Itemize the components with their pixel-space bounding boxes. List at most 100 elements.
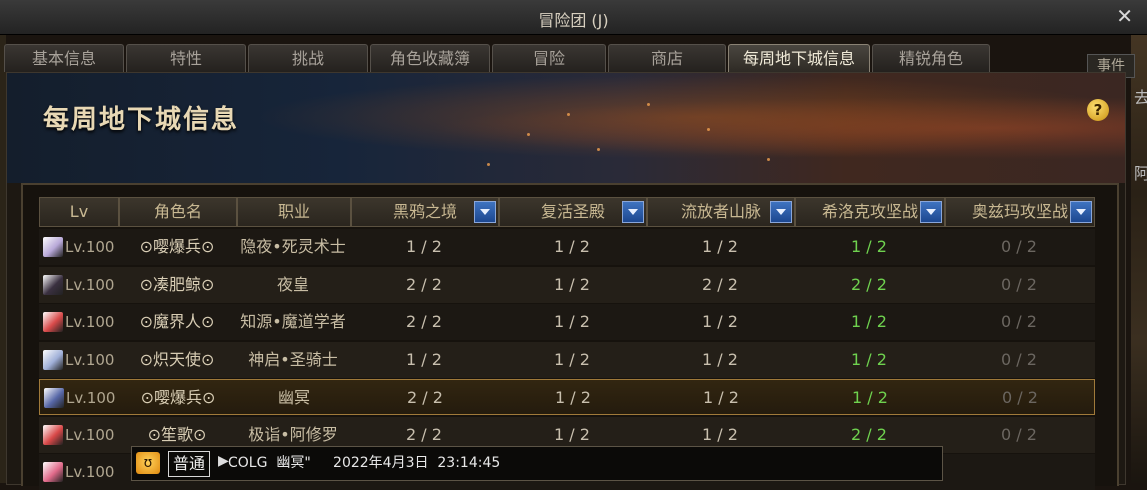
side-tab-a[interactable]: 阿	[1134, 160, 1147, 186]
header-dungeon-2: 复活圣殿	[499, 197, 647, 227]
header-dungeon-2-label: 复活圣殿	[540, 202, 605, 221]
dungeon-count-v1: 2 / 2	[406, 312, 442, 331]
dungeon-count-v2: 1 / 2	[554, 349, 590, 369]
header-dungeon-5-label: 奥兹玛攻坚战	[971, 202, 1068, 221]
sparkle	[647, 103, 650, 106]
close-icon[interactable]: ✕	[1116, 4, 1133, 28]
avatar	[43, 424, 63, 445]
dungeon-count-v4: 2 / 2	[851, 274, 887, 294]
dungeon-table: Lv 角色名 职业 黑鸦之境 复活圣殿 流放者山脉 希洛克攻坚战 奥兹玛攻坚战	[21, 183, 1119, 490]
dungeon-count-v5: 0 / 2	[1001, 312, 1037, 331]
dungeon-count-v4: 1 / 2	[851, 349, 887, 369]
tab-basic-info[interactable]: 基本信息	[4, 44, 124, 72]
sparkle	[707, 128, 710, 131]
chevron-down-icon[interactable]	[770, 201, 792, 223]
banner: 每周地下城信息 ?	[7, 73, 1125, 183]
character-name: ⊙嘤爆兵⊙	[140, 388, 216, 407]
header-lv: Lv	[39, 197, 119, 227]
dungeon-count-v1: 2 / 2	[406, 274, 442, 294]
chat-message: COLG 幽冥" 2022年4月3日 23:14:45	[228, 455, 501, 471]
dungeon-count-v1: 2 / 2	[407, 388, 443, 407]
dungeon-count-v3: 1 / 2	[703, 388, 739, 407]
dungeon-count-v4: 1 / 2	[852, 388, 888, 407]
chevron-down-icon[interactable]	[474, 201, 496, 223]
table-row[interactable]: Lv.100 ⊙凑肥鲸⊙ 夜皇 2 / 2 1 / 2 2 / 2 2 / 2 0 / 2	[39, 266, 1095, 303]
title-bar: 冒险团 (J) ✕	[0, 0, 1147, 35]
dungeon-count-v2: 1 / 2	[554, 237, 590, 256]
level-label: Lv.100	[65, 425, 115, 444]
header-name: 角色名	[119, 197, 237, 227]
chevron-down-icon[interactable]	[1070, 201, 1092, 223]
header-job: 职业	[237, 197, 351, 227]
chat-bar[interactable]: ʊ 普通 ▶ COLG 幽冥" 2022年4月3日 23:14:45	[131, 446, 943, 481]
tab-elite-characters[interactable]: 精锐角色	[872, 44, 990, 72]
window-title: 冒险团 (J)	[538, 11, 609, 30]
tab-traits[interactable]: 特性	[126, 44, 246, 72]
chevron-down-icon[interactable]	[920, 201, 942, 223]
character-name: ⊙凑肥鲸⊙	[139, 274, 215, 294]
dungeon-count-v3: 1 / 2	[702, 349, 738, 369]
dungeon-count-v1: 1 / 2	[406, 349, 442, 369]
table-row[interactable]: Lv.100 ⊙炽天使⊙ 神启•圣骑士 1 / 2 1 / 2 1 / 2 1 / 2 0 /…	[39, 341, 1095, 378]
avatar	[43, 274, 63, 295]
table-row[interactable]: Lv.100 ⊙魔界人⊙ 知源•魔道学者 2 / 2 1 / 2 1 / 2 1 / 2 0 …	[39, 304, 1095, 340]
level-label: Lv.100	[65, 275, 115, 294]
sparkle	[767, 158, 770, 161]
dungeon-count-v2: 1 / 2	[554, 312, 590, 331]
sparkle	[597, 148, 600, 151]
avatar	[44, 388, 64, 408]
character-job: 知源•魔道学者	[240, 312, 346, 331]
character-job: 幽冥	[277, 388, 310, 407]
dungeon-count-v5: 0 / 2	[1001, 349, 1037, 369]
character-name: ⊙炽天使⊙	[139, 349, 215, 369]
header-dungeon-4-label: 希洛克攻坚战	[821, 202, 918, 221]
sparkle	[527, 133, 530, 136]
level-label: Lv.100	[65, 350, 115, 369]
table-header: Lv 角色名 职业 黑鸦之境 复活圣殿 流放者山脉 希洛克攻坚战 奥兹玛攻坚战	[39, 197, 1095, 227]
dungeon-count-v4: 1 / 2	[851, 312, 887, 331]
header-dungeon-5: 奥兹玛攻坚战	[945, 197, 1095, 227]
main-panel: 每周地下城信息 ? Lv 角色名 职业 黑鸦之境 复活圣殿 流放者山脉 希洛克攻…	[6, 72, 1126, 490]
level-label: Lv.100	[65, 313, 115, 331]
tab-challenge[interactable]: 挑战	[248, 44, 368, 72]
avatar	[43, 349, 63, 370]
dungeon-count-v5: 0 / 2	[1001, 424, 1037, 444]
tab-character-collection[interactable]: 角色收藏簿	[370, 44, 490, 72]
tab-weekly-dungeon-info[interactable]: 每周地下城信息	[728, 44, 870, 72]
dungeon-count-v3: 1 / 2	[702, 237, 738, 256]
table-row[interactable]: Lv.100 ⊙嘤爆兵⊙ 隐夜•死灵术士 1 / 2 1 / 2 1 / 2 1 / 2 0 …	[39, 229, 1095, 265]
character-job: 神启•圣骑士	[248, 349, 338, 369]
dungeon-count-v5: 0 / 2	[1001, 237, 1037, 256]
tab-adventure[interactable]: 冒险	[492, 44, 606, 72]
sparkle	[487, 163, 490, 166]
tab-bar: 基本信息 特性 挑战 角色收藏簿 冒险 商店 每周地下城信息 精锐角色	[4, 44, 1124, 72]
avatar	[43, 237, 63, 257]
table-row[interactable]: Lv.100 ⊙嘤爆兵⊙ 幽冥 2 / 2 1 / 2 1 / 2 1 / 2 0 / 2	[39, 379, 1095, 415]
header-dungeon-4: 希洛克攻坚战	[795, 197, 945, 227]
character-job: 夜皇	[276, 274, 309, 294]
page-title: 每周地下城信息	[43, 105, 240, 135]
avatar	[43, 312, 63, 332]
dungeon-count-v3: 1 / 2	[702, 312, 738, 331]
header-dungeon-3-label: 流放者山脉	[680, 202, 761, 221]
avatar	[43, 462, 63, 482]
chat-channel-button[interactable]: 普通	[168, 451, 211, 477]
sparkle	[567, 113, 570, 116]
dungeon-count-v2: 1 / 2	[554, 274, 590, 294]
smiley-icon[interactable]: ʊ	[136, 452, 160, 474]
help-icon[interactable]: ?	[1087, 99, 1109, 121]
dungeon-count-v5: 0 / 2	[1002, 388, 1038, 407]
header-dungeon-1: 黑鸦之境	[351, 197, 499, 227]
side-tab-go[interactable]: 去	[1134, 84, 1147, 110]
character-name: ⊙嘤爆兵⊙	[139, 237, 215, 256]
dungeon-count-v2: 1 / 2	[555, 388, 591, 407]
character-job: 隐夜•死灵术士	[240, 237, 346, 256]
dungeon-count-v3: 2 / 2	[702, 274, 738, 294]
dungeon-count-v4: 1 / 2	[851, 237, 887, 256]
tab-shop[interactable]: 商店	[608, 44, 726, 72]
header-dungeon-1-label: 黑鸦之境	[392, 202, 457, 221]
character-name: ⊙魔界人⊙	[139, 312, 215, 331]
level-label: Lv.100	[65, 463, 115, 481]
chevron-down-icon[interactable]	[622, 201, 644, 223]
dungeon-count-v5: 0 / 2	[1001, 274, 1037, 294]
